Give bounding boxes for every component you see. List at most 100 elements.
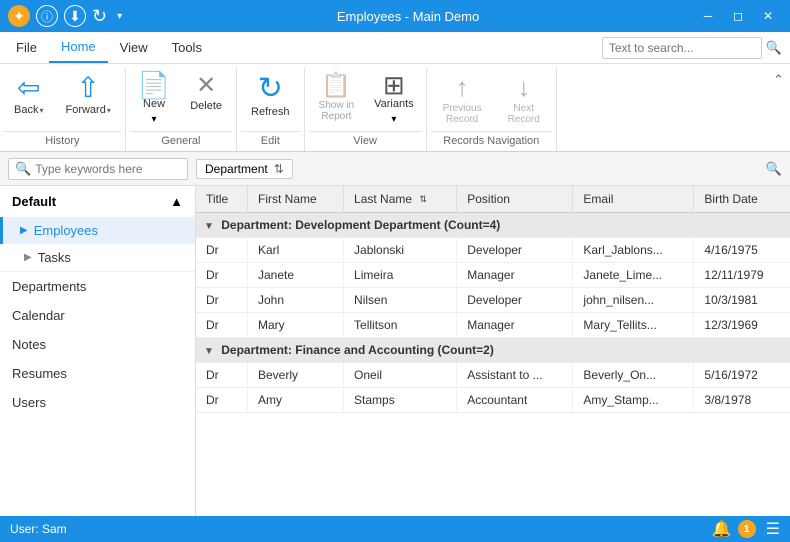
cell-last-name: Tellitson [344, 313, 457, 338]
sidebar-item-users[interactable]: Users [0, 388, 195, 417]
general-group-label: General [130, 131, 232, 151]
table-header-row: Title First Name Last Name ⇅ Position Em… [196, 186, 790, 213]
sidebar-tasks-arrow-icon: ▶ [24, 252, 32, 263]
col-email: Email [573, 186, 694, 213]
table-group-row[interactable]: ▼ Department: Finance and Accounting (Co… [196, 338, 790, 363]
download-icon: ⬇ [64, 5, 86, 27]
group-expand-icon[interactable]: ▼ [204, 346, 214, 357]
status-bar: User: Sam 🔔 1 ☰ [0, 516, 790, 542]
delete-button[interactable]: ✕ Delete [180, 68, 232, 116]
cell-email: Karl_Jablons... [573, 238, 694, 263]
group-expand-icon[interactable]: ▼ [204, 221, 214, 232]
new-icon: 📄 [138, 72, 170, 98]
sidebar-employees-label: Employees [34, 223, 98, 238]
previous-record-label: PreviousRecord [443, 103, 482, 125]
refresh-button[interactable]: ↻ Refresh [241, 68, 300, 122]
keyword-search-input[interactable] [35, 162, 175, 176]
new-arrow-button[interactable]: ▾ [130, 112, 178, 129]
new-button-split[interactable]: 📄 New ▾ [130, 68, 178, 129]
cell-birth-date: 3/8/1978 [694, 388, 790, 413]
next-record-button[interactable]: ↓ NextRecord [496, 68, 552, 129]
show-in-report-label: Show inReport [319, 100, 355, 122]
table-row[interactable]: Dr Mary Tellitson Manager Mary_Tellits..… [196, 313, 790, 338]
new-arrow-icon: ▾ [152, 114, 157, 125]
variants-button[interactable]: ⊞ Variants [366, 68, 422, 112]
bell-icon[interactable]: 🔔 [712, 519, 732, 539]
filter-sort-icon: ⇅ [274, 162, 284, 176]
sidebar-item-notes[interactable]: Notes [0, 330, 195, 359]
cell-title: Dr [196, 388, 248, 413]
delete-icon: ✕ [196, 74, 216, 98]
ribbon-collapse-button[interactable]: ⌃ [767, 68, 790, 151]
edit-group-label: Edit [241, 131, 300, 151]
restore-button[interactable]: ◻ [724, 5, 752, 27]
cell-first-name: Karl [248, 238, 344, 263]
variants-button-split[interactable]: ⊞ Variants ▾ [366, 68, 422, 129]
back-button[interactable]: ⇦ Back ▾ [4, 68, 53, 120]
department-filter[interactable]: Department ⇅ [196, 159, 293, 179]
cell-email: Amy_Stamp... [573, 388, 694, 413]
variants-arrow-button[interactable]: ▾ [366, 112, 422, 129]
previous-record-button[interactable]: ↑ PreviousRecord [431, 68, 494, 129]
new-button[interactable]: 📄 New [130, 68, 178, 112]
menu-home[interactable]: Home [49, 32, 108, 63]
sidebar-item-tasks[interactable]: ▶ Tasks [0, 244, 195, 271]
filter-bar: 🔍 Department ⇅ 🔍 [0, 152, 790, 186]
sidebar-default-header[interactable]: Default ▲ [0, 186, 195, 217]
cell-position: Accountant [457, 388, 573, 413]
user-label: User: Sam [10, 522, 67, 536]
cell-email: Beverly_On... [573, 363, 694, 388]
delete-label: Delete [190, 100, 222, 112]
sidebar-default-section: Default ▲ ▶ Employees ▶ Tasks [0, 186, 195, 272]
table-search-icon[interactable]: 🔍 [766, 161, 782, 177]
col-title: Title [196, 186, 248, 213]
table-row[interactable]: Dr Beverly Oneil Assistant to ... Beverl… [196, 363, 790, 388]
table-row[interactable]: Dr Janete Limeira Manager Janete_Lime...… [196, 263, 790, 288]
sun-icon: ✦ [8, 5, 30, 27]
menu-tools[interactable]: Tools [160, 32, 214, 63]
notification-badge[interactable]: 1 [738, 520, 756, 538]
cell-first-name: Mary [248, 313, 344, 338]
cell-birth-date: 10/3/1981 [694, 288, 790, 313]
ribbon: ⇦ Back ▾ ⇧ Forward ▾ History 📄 [0, 64, 790, 152]
group-label: Department: Development Department (Coun… [221, 218, 500, 232]
more-icon[interactable]: ☰ [766, 519, 780, 539]
cell-position: Manager [457, 263, 573, 288]
minimize-button[interactable]: ─ [694, 5, 722, 27]
sidebar-item-employees[interactable]: ▶ Employees [0, 217, 195, 244]
forward-arrow-icon: ▾ [107, 106, 111, 115]
close-button[interactable]: ✕ [754, 5, 782, 27]
menu-search-icon[interactable]: 🔍 [766, 40, 782, 56]
info-icon: ⓘ [36, 5, 58, 27]
cell-last-name: Limeira [344, 263, 457, 288]
cell-last-name: Oneil [344, 363, 457, 388]
data-table-container: Title First Name Last Name ⇅ Position Em… [196, 186, 790, 516]
history-group-label: History [4, 131, 121, 151]
show-in-report-button[interactable]: 📋 Show inReport [309, 68, 365, 126]
refresh-title-icon[interactable]: ↻ [92, 6, 107, 27]
menu-file[interactable]: File [4, 32, 49, 63]
table-row[interactable]: Dr John Nilsen Developer john_nilsen... … [196, 288, 790, 313]
back-arrow-icon: ▾ [39, 106, 43, 115]
back-label: Back [14, 104, 38, 116]
filter-search-box[interactable]: 🔍 [8, 158, 188, 180]
col-first-name: First Name [248, 186, 344, 213]
forward-button[interactable]: ⇧ Forward ▾ [55, 68, 120, 120]
view-group-label: View [309, 131, 422, 151]
cell-first-name: John [248, 288, 344, 313]
menu-search-input[interactable] [602, 37, 762, 59]
menu-view[interactable]: View [108, 32, 160, 63]
cell-title: Dr [196, 238, 248, 263]
cell-birth-date: 5/16/1972 [694, 363, 790, 388]
cell-last-name: Nilsen [344, 288, 457, 313]
sidebar-item-departments[interactable]: Departments [0, 272, 195, 301]
table-group-row[interactable]: ▼ Department: Development Department (Co… [196, 213, 790, 238]
table-row[interactable]: Dr Karl Jablonski Developer Karl_Jablons… [196, 238, 790, 263]
cell-birth-date: 4/16/1975 [694, 238, 790, 263]
cell-position: Developer [457, 238, 573, 263]
last-name-sort-icon[interactable]: ⇅ [419, 194, 427, 205]
sidebar-item-calendar[interactable]: Calendar [0, 301, 195, 330]
cell-last-name: Stamps [344, 388, 457, 413]
table-row[interactable]: Dr Amy Stamps Accountant Amy_Stamp... 3/… [196, 388, 790, 413]
sidebar-item-resumes[interactable]: Resumes [0, 359, 195, 388]
